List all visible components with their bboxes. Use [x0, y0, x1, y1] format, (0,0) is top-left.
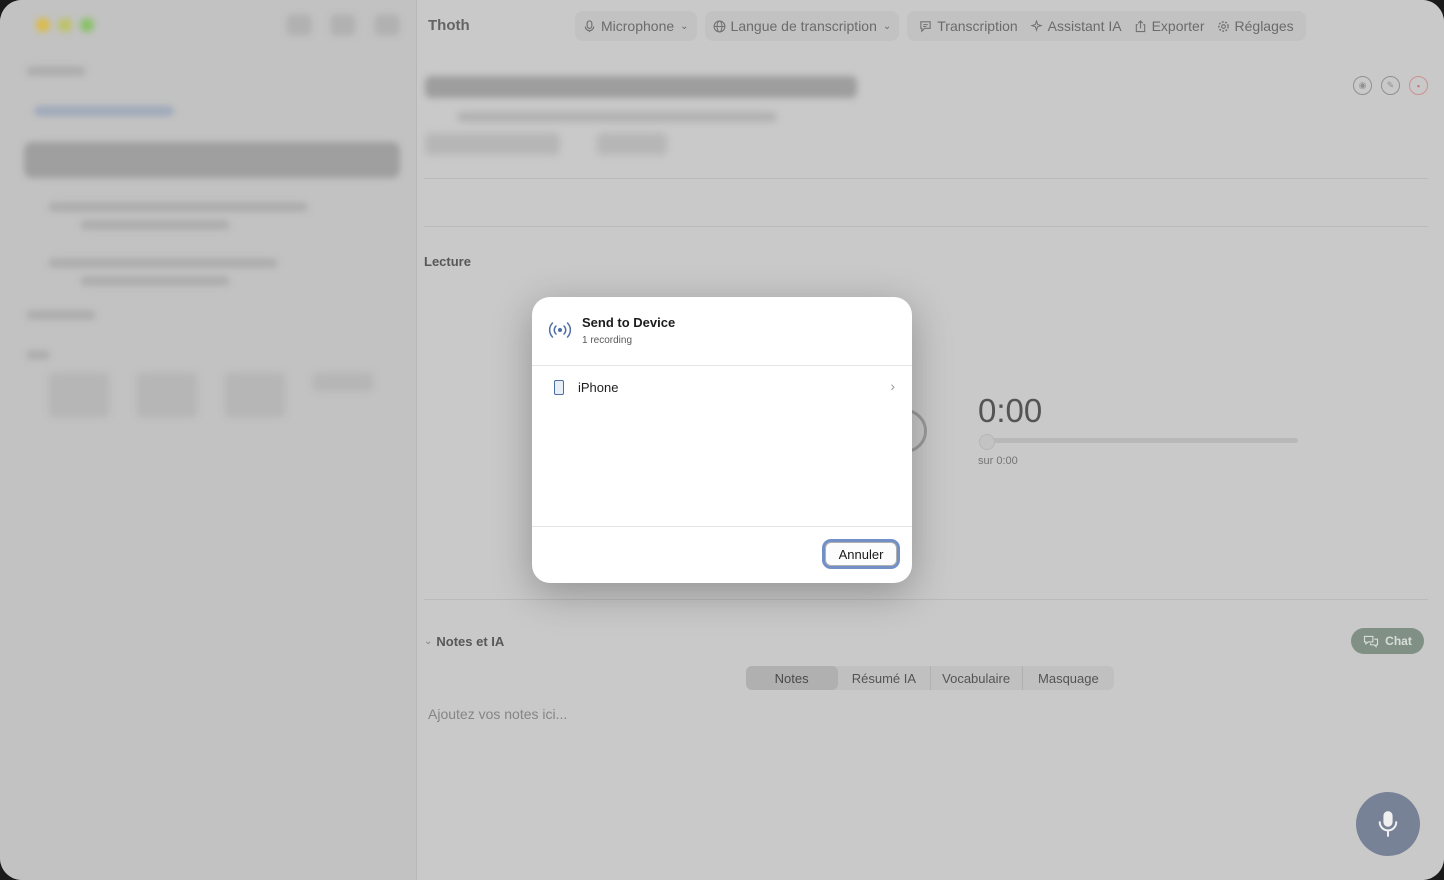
sidebar-toolbar — [286, 14, 400, 36]
divider — [424, 178, 1428, 179]
recording-tag[interactable] — [425, 133, 560, 155]
sidebar — [0, 0, 417, 880]
microphone-icon — [1378, 811, 1398, 837]
sidebar-tile[interactable] — [224, 372, 286, 418]
sidebar-row[interactable] — [34, 106, 174, 116]
gear-icon — [1217, 20, 1229, 32]
microphone-label: Microphone — [601, 18, 675, 34]
cancel-button[interactable]: Annuler — [825, 542, 897, 566]
recording-title — [425, 72, 857, 102]
divider — [424, 226, 1428, 227]
export-label: Exporter — [1151, 18, 1205, 34]
device-name: iPhone — [578, 380, 619, 395]
sidebar-tile[interactable] — [312, 372, 374, 392]
transcription-button[interactable]: Transcription — [913, 11, 1023, 41]
app-title: Thoth — [428, 17, 470, 34]
sidebar-row[interactable] — [26, 66, 86, 76]
sidebar-tile[interactable] — [136, 372, 198, 418]
recording-subtitle — [457, 112, 777, 122]
chat-button[interactable]: Chat — [1351, 628, 1424, 654]
toolbar-actions-group: Transcription Assistant IA Exporter Régl… — [907, 11, 1306, 41]
chat-bubbles-icon — [1364, 635, 1379, 648]
dialog-title: Send to Device — [582, 315, 676, 330]
record-button[interactable] — [1356, 792, 1420, 856]
trash-icon[interactable]: ▪ — [1409, 76, 1428, 95]
sidebar-tool-button[interactable] — [286, 14, 312, 36]
notes-section-header[interactable]: ⌄ Notes et IA — [424, 634, 504, 649]
sidebar-tool-button[interactable] — [330, 14, 356, 36]
send-to-device-dialog: Send to Device 1 recording iPhone › Annu… — [532, 297, 912, 583]
transcription-label: Transcription — [937, 18, 1018, 34]
chevron-down-icon: ⌄ — [424, 636, 433, 647]
settings-button[interactable]: Réglages — [1211, 11, 1300, 41]
divider — [424, 599, 1428, 600]
recording-tag[interactable] — [597, 133, 667, 155]
sidebar-tile[interactable] — [48, 372, 110, 418]
globe-icon — [713, 20, 725, 32]
app-window: Thoth Microphone ⌄ Langue de transcripti… — [0, 0, 1444, 880]
waveform-icon[interactable]: ◉ — [1353, 76, 1372, 95]
tab-vocabulary[interactable]: Vocabulaire — [931, 666, 1023, 690]
sparkles-icon — [1029, 19, 1043, 32]
chevron-down-icon: ⌄ — [680, 20, 689, 32]
device-row-iphone[interactable]: iPhone › — [532, 367, 912, 409]
sidebar-row[interactable] — [80, 220, 230, 230]
notes-input[interactable]: Ajoutez vos notes ici... — [428, 706, 567, 722]
chevron-right-icon: › — [890, 378, 895, 394]
notes-section-label: Notes et IA — [436, 634, 505, 649]
settings-label: Réglages — [1234, 18, 1294, 34]
chat-label: Chat — [1385, 634, 1412, 648]
sidebar-row[interactable] — [80, 276, 230, 286]
dialog-subtitle: 1 recording — [582, 335, 633, 346]
broadcast-icon — [548, 322, 572, 338]
recording-actions: ◉ ✎ ▪ — [1353, 76, 1428, 95]
share-icon — [1135, 19, 1145, 32]
sidebar-row[interactable] — [48, 202, 308, 212]
scrubber-handle[interactable] — [979, 434, 995, 450]
language-label: Langue de transcription — [730, 18, 877, 34]
assistant-label: Assistant IA — [1047, 18, 1122, 34]
sidebar-row[interactable] — [48, 258, 278, 268]
tab-ai-summary[interactable]: Résumé IA — [838, 666, 931, 690]
sidebar-content-blurred — [0, 0, 416, 880]
assistant-button[interactable]: Assistant IA — [1024, 11, 1128, 41]
export-button[interactable]: Exporter — [1128, 11, 1211, 41]
microphone-menu[interactable]: Microphone ⌄ — [575, 11, 697, 41]
divider — [532, 526, 912, 527]
phone-icon — [554, 380, 564, 395]
toolbar: Microphone ⌄ Langue de transcription ⌄ T… — [575, 11, 1306, 41]
microphone-icon — [584, 19, 595, 32]
close-window-button[interactable] — [36, 18, 50, 32]
window-controls[interactable] — [36, 18, 94, 32]
speech-bubble-icon — [920, 20, 931, 32]
playback-duration: sur 0:00 — [978, 455, 1018, 467]
tab-masking[interactable]: Masquage — [1023, 666, 1114, 690]
playback-section-label: Lecture — [424, 254, 471, 269]
edit-icon[interactable]: ✎ — [1381, 76, 1400, 95]
sidebar-tool-button[interactable] — [374, 14, 400, 36]
zoom-window-button[interactable] — [80, 18, 94, 32]
minimize-window-button[interactable] — [58, 18, 72, 32]
language-menu[interactable]: Langue de transcription ⌄ — [704, 11, 900, 41]
chevron-down-icon: ⌄ — [882, 20, 892, 32]
divider — [532, 365, 912, 366]
sidebar-row[interactable] — [26, 350, 50, 360]
sidebar-row[interactable] — [26, 310, 96, 320]
playback-scrubber[interactable] — [979, 438, 1298, 443]
sidebar-selected-item[interactable] — [24, 142, 400, 178]
playback-time: 0:00 — [978, 392, 1043, 429]
notes-tabs: Notes Résumé IA Vocabulaire Masquage — [746, 666, 1114, 690]
tab-notes[interactable]: Notes — [746, 666, 839, 690]
